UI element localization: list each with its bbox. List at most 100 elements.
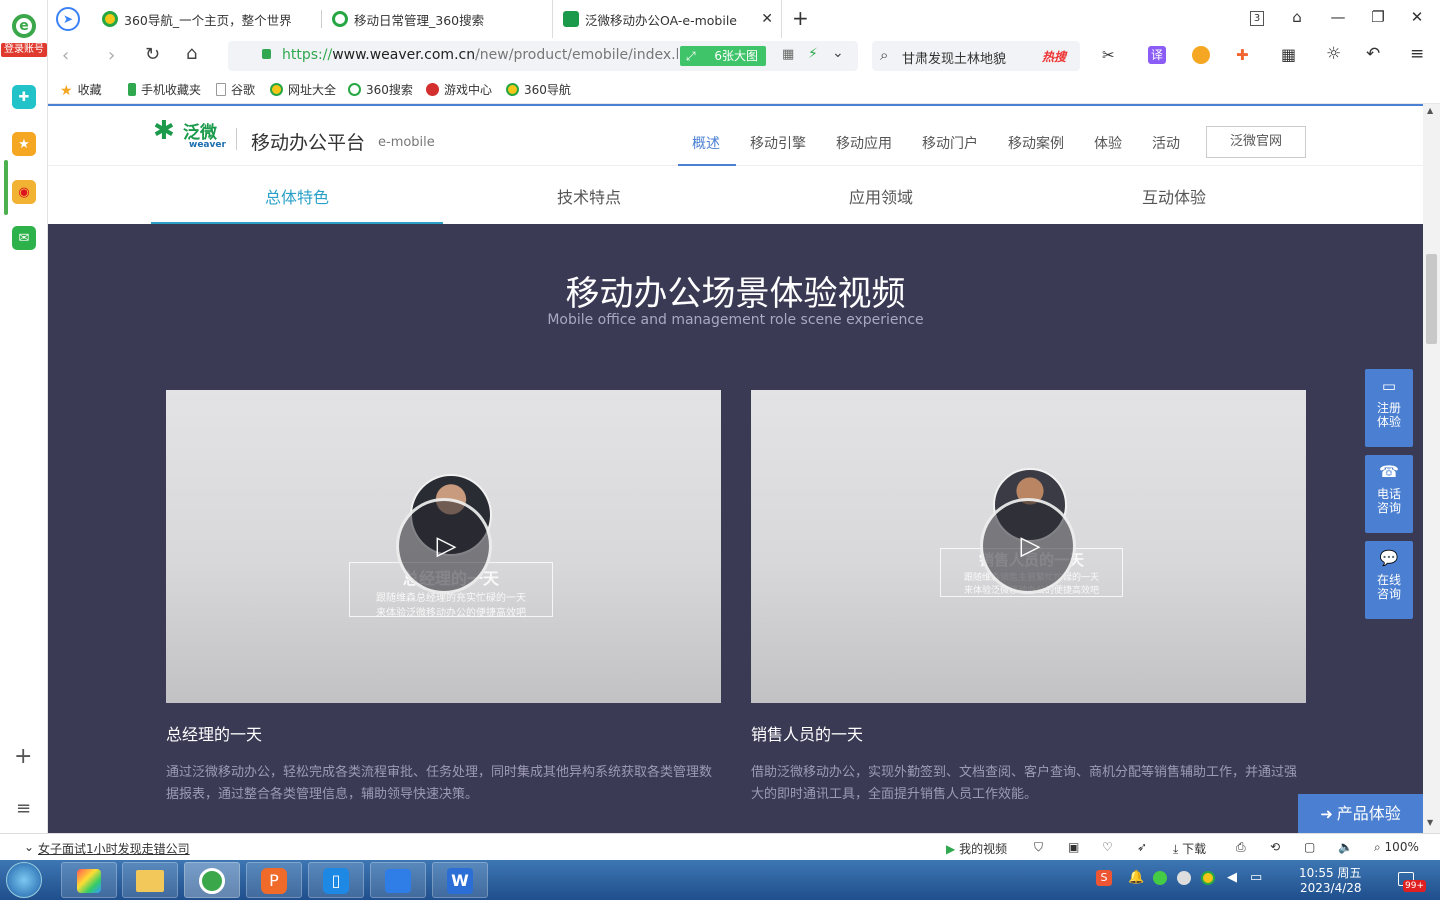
back-button[interactable]: ‹: [62, 45, 69, 66]
search-input[interactable]: 甘肃发现土林地貌: [902, 48, 1006, 67]
heart-icon[interactable]: ♡: [1102, 840, 1113, 854]
nav-experience[interactable]: 体验: [1094, 133, 1122, 153]
page-scrollbar[interactable]: ▲ ▼: [1423, 104, 1440, 833]
menu-icon[interactable]: ≡: [1410, 44, 1424, 64]
sogou-ime-icon[interactable]: S: [1096, 870, 1112, 886]
rocket-icon[interactable]: ➶: [1137, 840, 1147, 854]
scroll-down-arrow[interactable]: ▼: [1427, 818, 1433, 827]
volume-icon[interactable]: 🔈: [1338, 840, 1353, 854]
phone-consult-button[interactable]: ☎ 电话 咨询: [1365, 455, 1413, 533]
taskbar-app-photos[interactable]: [61, 862, 117, 898]
nav-mobile-portal[interactable]: 移动门户: [922, 133, 978, 153]
bookmark-favorites[interactable]: ★ 收藏: [60, 81, 102, 99]
tab-count-badge[interactable]: 3: [1250, 11, 1264, 26]
subnav-application-fields[interactable]: 应用领域: [735, 184, 1027, 208]
search-box[interactable]: ⌕ 甘肃发现土林地貌 热搜: [872, 41, 1080, 71]
bookmark-360-search[interactable]: 360搜索: [348, 81, 413, 98]
sidebar-menu-icon[interactable]: ≡: [16, 798, 31, 819]
bookmark-360-navigation[interactable]: 360导航: [506, 81, 571, 98]
taskbar-app-presentation[interactable]: P: [246, 862, 302, 898]
news-ticker[interactable]: 女子面试1小时发现走错公司: [38, 840, 190, 857]
print-icon[interactable]: ⎙: [1236, 840, 1246, 855]
scroll-thumb[interactable]: [1426, 254, 1437, 344]
new-tab-button[interactable]: +: [792, 6, 809, 30]
nav-mobile-cases[interactable]: 移动案例: [1008, 133, 1064, 153]
navigation-compass-icon[interactable]: ➤: [56, 7, 80, 31]
add-sidebar-icon[interactable]: +: [14, 744, 32, 769]
login-label[interactable]: 登录账号: [1, 43, 47, 57]
undo-icon[interactable]: ↶: [1366, 44, 1380, 64]
tray-network-icon[interactable]: [1177, 871, 1191, 885]
subnav-interactive-experience[interactable]: 互动体验: [1028, 184, 1320, 208]
url-bar[interactable]: https://www.weaver.com.cn/new/product/em…: [228, 41, 858, 71]
volume-icon[interactable]: ◀: [1227, 870, 1237, 885]
subnav-overall-features[interactable]: 总体特色: [151, 184, 443, 208]
minimize-button[interactable]: —: [1327, 8, 1349, 26]
chevron-down-icon[interactable]: ⌄: [24, 840, 34, 854]
tab-360-navigation[interactable]: 360导航_一个主页，整个世界: [92, 0, 320, 38]
login-icon[interactable]: e: [8, 14, 40, 44]
tab-360-search[interactable]: 移动日常管理_360搜索: [322, 0, 550, 38]
taskbar-app-phone[interactable]: ▯: [308, 862, 364, 898]
my-video-button[interactable]: ▶ 我的视频: [946, 840, 1007, 857]
tray-app-icon[interactable]: [1153, 871, 1167, 885]
hot-search-badge[interactable]: 热搜: [1042, 48, 1066, 65]
video-card-manager[interactable]: 总经理的一天 跟随维森总经理的充实忙碌的一天 来体验泛微移动办公的便捷高效吧 ▷: [166, 390, 721, 703]
coupon-icon[interactable]: [1192, 46, 1210, 64]
tray-360-icon[interactable]: [1201, 871, 1215, 885]
notification-bell-icon[interactable]: 🔔: [1128, 870, 1144, 885]
brightness-icon[interactable]: ☼: [1326, 44, 1341, 64]
bookmark-mobile-favorites[interactable]: 手机收藏夹: [128, 81, 201, 98]
nav-mobile-engine[interactable]: 移动引擎: [750, 133, 806, 153]
play-button[interactable]: ▷: [396, 498, 492, 594]
lightning-icon[interactable]: ⚡: [808, 46, 818, 62]
skin-icon[interactable]: ⌂: [1286, 8, 1308, 26]
scroll-up-arrow[interactable]: ▲: [1427, 106, 1433, 115]
bookmark-game-center[interactable]: 游戏中心: [426, 81, 492, 98]
product-experience-button[interactable]: ➜ 产品体验: [1298, 794, 1423, 833]
video-title-manager[interactable]: 总经理的一天: [166, 721, 262, 745]
taskbar-app-word[interactable]: W: [432, 862, 488, 898]
nav-mobile-apps[interactable]: 移动应用: [836, 133, 892, 153]
big-image-button[interactable]: ⤢ 6张大图: [680, 46, 766, 66]
favorite-star-icon[interactable]: ★: [12, 132, 36, 156]
qr-code-icon[interactable]: ▦: [782, 47, 794, 62]
zoom-level[interactable]: ⌕ 100%: [1374, 840, 1419, 855]
forward-button[interactable]: ›: [108, 45, 115, 66]
reload-button[interactable]: ↻: [145, 44, 160, 65]
clock-date[interactable]: 2023/4/28: [1300, 881, 1362, 895]
start-button[interactable]: [6, 862, 42, 898]
nav-events[interactable]: 活动: [1152, 133, 1180, 153]
weaver-logo[interactable]: ✱ 泛微 weaver: [153, 116, 226, 154]
home-button[interactable]: ⌂: [186, 43, 197, 64]
weibo-icon[interactable]: ◉: [12, 180, 36, 204]
close-tab-icon[interactable]: ✕: [761, 11, 773, 27]
official-site-button[interactable]: 泛微官网: [1206, 126, 1306, 158]
video-title-sales[interactable]: 销售人员的一天: [751, 721, 863, 745]
apps-grid-icon[interactable]: ▦: [1281, 45, 1296, 64]
mail-icon[interactable]: ✉: [12, 226, 36, 250]
scissors-icon[interactable]: ✂: [1102, 46, 1115, 64]
video-card-sales[interactable]: 销售人员的一天 跟随维森销售主管繁忙忙碌的一天 来体验泛微移动办公的便捷高效吧 …: [751, 390, 1306, 703]
subnav-tech-features[interactable]: 技术特点: [443, 184, 735, 208]
refresh-icon[interactable]: ⟲: [1270, 840, 1280, 854]
register-trial-button[interactable]: ▭ 注册 体验: [1365, 369, 1413, 447]
download-button[interactable]: ⤓ 下载: [1173, 840, 1206, 857]
bookmark-google[interactable]: 谷歌: [216, 81, 255, 98]
taskbar-app-folder[interactable]: [370, 862, 426, 898]
image-icon[interactable]: ▣: [1068, 840, 1079, 854]
restore-button[interactable]: ❐: [1367, 8, 1389, 26]
game-icon[interactable]: ✚: [1236, 46, 1249, 64]
play-button[interactable]: ▷: [980, 498, 1076, 594]
clock-time[interactable]: 10:55 周五: [1299, 864, 1361, 881]
display-icon[interactable]: ▭: [1250, 870, 1262, 885]
chevron-down-icon[interactable]: ⌄: [832, 45, 844, 61]
close-window-button[interactable]: ✕: [1406, 8, 1428, 26]
online-consult-button[interactable]: 💬 在线 咨询: [1365, 541, 1413, 619]
bookmark-site-directory[interactable]: 网址大全: [270, 81, 336, 98]
shield-icon[interactable]: ⛉: [1034, 840, 1043, 855]
taskbar-app-explorer[interactable]: [122, 862, 178, 898]
health-icon[interactable]: ✚: [12, 85, 36, 109]
tab-weaver-emobile[interactable]: 泛微移动办公OA-e-mobile ✕: [552, 0, 782, 38]
taskbar-app-360-browser[interactable]: [184, 862, 240, 898]
